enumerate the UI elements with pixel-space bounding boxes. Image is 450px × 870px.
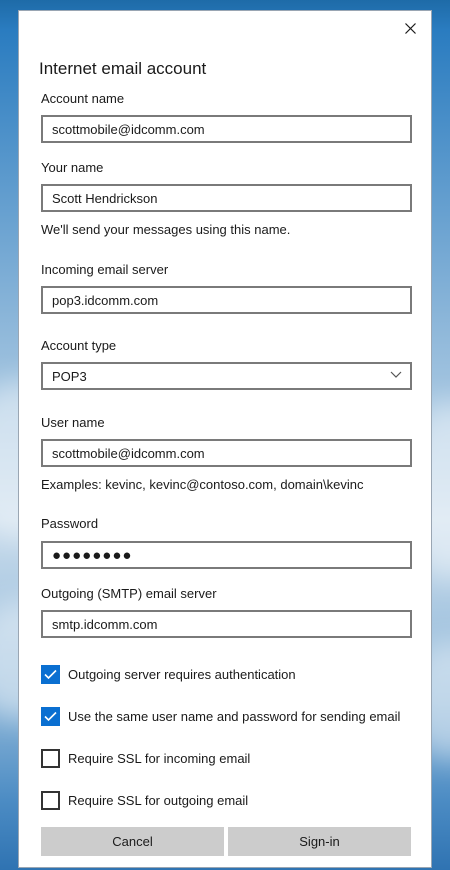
checkbox-label: Use the same user name and password for …	[68, 708, 401, 724]
password-masked-value: ●●●●●●●●	[52, 546, 133, 564]
checkmark-icon	[44, 711, 57, 721]
account-name-field[interactable]: scottmobile@idcomm.com	[41, 115, 412, 143]
checkbox-same-credentials[interactable]: Use the same user name and password for …	[41, 706, 400, 726]
your-name-help-text: We'll send your messages using this name…	[41, 222, 291, 237]
user-name-help-text: Examples: kevinc, kevinc@contoso.com, do…	[41, 477, 364, 492]
account-type-select[interactable]: POP3	[41, 362, 412, 390]
checkbox-box[interactable]	[41, 790, 60, 810]
your-name-label: Your name	[41, 160, 104, 175]
checkbox-label: Outgoing server requires authentication	[68, 666, 296, 682]
checkbox-box[interactable]	[41, 664, 60, 684]
cancel-button[interactable]: Cancel	[41, 827, 224, 856]
checkbox-ssl-incoming[interactable]: Require SSL for incoming email	[41, 748, 250, 768]
user-name-value: scottmobile@idcomm.com	[52, 445, 205, 461]
account-type-selected-value: POP3	[52, 368, 87, 384]
password-label: Password	[41, 516, 99, 531]
outgoing-server-label: Outgoing (SMTP) email server	[41, 586, 217, 601]
sign-in-button[interactable]: Sign-in	[228, 827, 411, 856]
checkbox-label: Require SSL for outgoing email	[68, 792, 249, 808]
dialog-title: Internet email account	[39, 59, 207, 78]
checkbox-label: Require SSL for incoming email	[68, 750, 251, 766]
checkmark-icon	[44, 669, 57, 679]
your-name-value: Scott Hendrickson	[52, 190, 158, 206]
outgoing-server-field[interactable]: smtp.idcomm.com	[41, 610, 412, 638]
checkbox-box[interactable]	[41, 706, 60, 726]
internet-email-account-dialog: Internet email account Account name scot…	[18, 10, 432, 868]
incoming-server-field[interactable]: pop3.idcomm.com	[41, 286, 412, 314]
account-type-label: Account type	[41, 338, 117, 353]
incoming-server-label: Incoming email server	[41, 262, 169, 277]
your-name-field[interactable]: Scott Hendrickson	[41, 184, 412, 212]
close-button[interactable]	[399, 17, 421, 39]
password-field[interactable]: ●●●●●●●●	[41, 541, 412, 569]
checkbox-ssl-outgoing[interactable]: Require SSL for outgoing email	[41, 790, 248, 810]
outgoing-server-value: smtp.idcomm.com	[52, 616, 158, 632]
account-name-label: Account name	[41, 91, 125, 106]
close-icon	[404, 22, 416, 34]
account-name-value: scottmobile@idcomm.com	[52, 121, 205, 137]
user-name-label: User name	[41, 415, 105, 430]
incoming-server-value: pop3.idcomm.com	[52, 292, 159, 308]
chevron-down-icon	[390, 371, 402, 378]
checkbox-outgoing-auth[interactable]: Outgoing server requires authentication	[41, 664, 296, 684]
user-name-field[interactable]: scottmobile@idcomm.com	[41, 439, 412, 467]
checkbox-box[interactable]	[41, 748, 60, 768]
